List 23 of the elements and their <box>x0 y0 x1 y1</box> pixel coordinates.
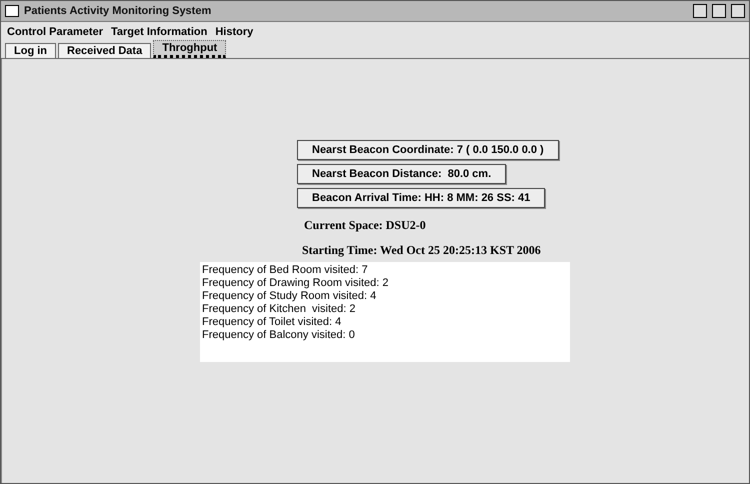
frequency-text-area[interactable]: Frequency of Bed Room visited: 7 Frequency of Drawing Room visited: 2 Frequency of Study Room visited: 4 Frequency of Kitchen visited: 2 Frequency of Toilet visited: 4 Frequency of Balcony visited: 0 <box>200 262 570 362</box>
frequency-line: Frequency of Drawing Room visited: 2 <box>202 277 390 290</box>
tab[interactable]: Received Data <box>58 43 152 58</box>
beacon-button[interactable]: Beacon Arrival Time: HH: 8 MM: 26 SS: 41 <box>297 188 546 208</box>
current-space-label: Current Space: DSU2-0 <box>304 218 427 233</box>
frequency-line: Frequency of Study Room visited: 4 <box>202 290 378 303</box>
minimize-button[interactable] <box>693 4 707 18</box>
frequency-line: Frequency of Bed Room visited: 7 <box>202 264 369 277</box>
tab[interactable]: Throghput <box>153 40 226 58</box>
frequency-line: Frequency of Kitchen visited: 2 <box>202 303 356 316</box>
menu-item[interactable]: Target Information <box>110 26 208 38</box>
close-button[interactable] <box>731 4 745 18</box>
beacon-button[interactable]: Nearst Beacon Distance: 80.0 cm. <box>297 164 506 184</box>
beacon-button[interactable]: Nearst Beacon Coordinate: 7 ( 0.0 150.0 0.0 ) <box>297 140 559 160</box>
maximize-button[interactable] <box>712 4 726 18</box>
frequency-line: Frequency of Toilet visited: 4 <box>202 316 342 329</box>
menu-item[interactable]: Control Parameter <box>7 26 103 38</box>
tab[interactable]: Log in <box>5 43 56 58</box>
frequency-line: Frequency of Balcony visited: 0 <box>202 329 356 342</box>
window-title: Patients Activity Monitoring System <box>24 5 212 17</box>
window-icon <box>5 5 19 17</box>
menu-item[interactable]: History <box>215 26 254 38</box>
starting-time-label: Starting Time: Wed Oct 25 20:25:13 KST 2006 <box>302 243 542 258</box>
